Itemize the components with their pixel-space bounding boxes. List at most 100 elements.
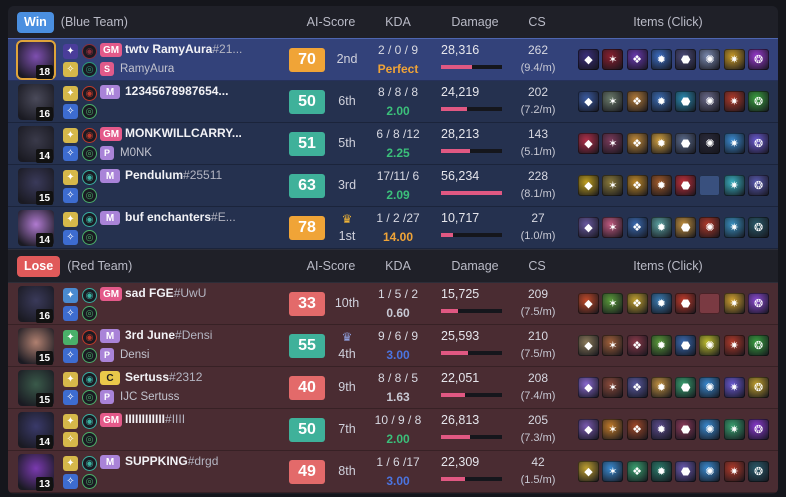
item-icon[interactable]: ❂ <box>748 49 770 70</box>
item-icon[interactable]: ◆ <box>578 133 599 154</box>
item-icon[interactable]: ✹ <box>650 133 672 154</box>
item-icon[interactable]: ✶ <box>602 133 624 154</box>
player-name[interactable]: Sertuss#2312 <box>125 370 202 384</box>
item-icon[interactable]: ✷ <box>723 377 745 398</box>
item-icon[interactable]: ❂ <box>748 377 770 398</box>
column-header-items[interactable]: Items (Click) <box>598 250 738 282</box>
item-icon[interactable]: ❂ <box>748 335 770 356</box>
item-icon[interactable]: ⬣ <box>675 377 697 398</box>
item-icon[interactable]: ◆ <box>578 91 599 112</box>
player-name[interactable]: twtv RamyAura#21... <box>125 42 242 56</box>
item-icon[interactable]: ✷ <box>723 133 745 154</box>
item-icon[interactable]: ✶ <box>602 175 624 196</box>
item-icon[interactable]: ⬣ <box>675 175 697 196</box>
item-icon[interactable]: ◆ <box>578 461 599 482</box>
item-icon[interactable]: ✺ <box>699 133 721 154</box>
item-icon[interactable]: ✶ <box>602 49 624 70</box>
player-name[interactable]: MONKWILLCARRY... <box>125 126 242 140</box>
player-name[interactable]: 3rd June#Densi <box>125 328 212 342</box>
item-icon[interactable]: ✹ <box>650 91 672 112</box>
player-row[interactable]: 18 ✦ ✧ ◉ ◎ GM twtv RamyAura#21... S RamyAura 70 2n… <box>8 38 778 82</box>
item-icon[interactable]: ⬣ <box>675 49 697 70</box>
item-icon[interactable]: ❖ <box>626 335 648 356</box>
item-icon[interactable]: ❂ <box>748 293 770 314</box>
item-icon[interactable]: ◆ <box>578 335 599 356</box>
player-row[interactable]: 15 ✦ ✧ ◉ ◎ M Pendulum#25511 63 3rd 17/11/ 6 2.09 56… <box>8 165 778 207</box>
player-row[interactable]: 16 ✦ ✧ ◉ ◎ M 12345678987654... 50 6th 8 / 8 / 8 2.… <box>8 81 778 123</box>
player-name[interactable]: buf enchanters#E... <box>125 210 236 224</box>
player-name[interactable]: sad FGE#UwU <box>125 286 206 300</box>
item-icon[interactable]: ✹ <box>650 419 672 440</box>
item-icon[interactable]: ✶ <box>602 461 624 482</box>
item-icon[interactable]: ✶ <box>602 91 624 112</box>
player-name[interactable]: 12345678987654... <box>125 84 228 98</box>
item-icon[interactable]: ❖ <box>626 49 648 70</box>
item-icon[interactable]: ⬣ <box>675 91 697 112</box>
item-icon[interactable]: ✶ <box>602 217 624 238</box>
item-icon[interactable]: ✶ <box>602 293 624 314</box>
empty-item-slot[interactable] <box>699 175 721 196</box>
player-row[interactable]: 15 ✦ ✧ ◉ ◎ M 3rd June#Densi P Densi 55 4th ♛ 9 / 6 /… <box>8 325 778 367</box>
item-icon[interactable]: ◆ <box>578 293 599 314</box>
item-icon[interactable]: ◆ <box>578 49 599 70</box>
item-icon[interactable]: ✶ <box>602 419 624 440</box>
item-icon[interactable]: ❂ <box>748 419 770 440</box>
item-icon[interactable]: ✷ <box>723 49 745 70</box>
item-icon[interactable]: ❂ <box>748 461 770 482</box>
item-icon[interactable]: ❂ <box>748 217 770 238</box>
item-icon[interactable]: ❖ <box>626 91 648 112</box>
item-icon[interactable]: ❂ <box>748 133 770 154</box>
item-icon[interactable]: ✹ <box>650 461 672 482</box>
item-icon[interactable]: ◆ <box>578 217 599 238</box>
item-icon[interactable]: ✺ <box>699 49 721 70</box>
player-row[interactable]: 14 ✦ ✧ ◉ ◎ Mbuf enchanters#E... 78 1st ♛ 1 / 2 /2… <box>8 207 778 249</box>
item-icon[interactable]: ✺ <box>699 217 721 238</box>
item-icon[interactable]: ⬣ <box>675 461 697 482</box>
item-icon[interactable]: ✹ <box>650 217 672 238</box>
item-icon[interactable]: ◆ <box>578 377 599 398</box>
item-icon[interactable]: ✹ <box>650 49 672 70</box>
player-name[interactable]: SUPPKING#drgd <box>125 454 218 468</box>
player-name[interactable]: IIIIIIIIIIII#IIII <box>125 412 185 426</box>
item-icon[interactable]: ❖ <box>626 293 648 314</box>
item-icon[interactable]: ✺ <box>699 377 721 398</box>
player-row[interactable]: 14 ✦ ✧ ◉ ◎ GM MONKWILLCARRY... P M0NK 51 5th 6 / 8 … <box>8 123 778 165</box>
player-row[interactable]: 16 ✦ ✧ ◉ ◎ GM sad FGE#UwU 33 10th 1 / 5 / 2 0.60 15… <box>8 283 778 325</box>
item-icon[interactable]: ⬣ <box>675 335 697 356</box>
item-icon[interactable]: ❖ <box>626 419 648 440</box>
item-icon[interactable]: ❖ <box>626 175 648 196</box>
item-icon[interactable]: ◆ <box>578 419 599 440</box>
item-icon[interactable]: ❖ <box>626 133 648 154</box>
item-icon[interactable]: ✶ <box>602 335 624 356</box>
item-icon[interactable]: ✷ <box>723 419 745 440</box>
item-icon[interactable]: ✷ <box>723 461 745 482</box>
item-icon[interactable]: ✺ <box>699 335 721 356</box>
item-icon[interactable]: ⬣ <box>675 217 697 238</box>
item-icon[interactable]: ✺ <box>699 91 721 112</box>
player-row[interactable]: 14 ✦ ✧ ◉ ◎ GM IIIIIIIIIIII#IIII 50 7th 10 / 9 / 8… <box>8 409 778 451</box>
player-row[interactable]: 13 ✦ ✧ ◉ ◎ M SUPPKING#drgd 49 8th 1 / 6 /17 3.00 22… <box>8 451 778 493</box>
item-icon[interactable]: ✹ <box>650 293 672 314</box>
item-icon[interactable]: ✷ <box>723 91 745 112</box>
column-header-items[interactable]: Items (Click) <box>598 6 738 38</box>
item-icon[interactable]: ✷ <box>723 217 745 238</box>
item-icon[interactable]: ❂ <box>748 175 770 196</box>
item-icon[interactable]: ❖ <box>626 461 648 482</box>
item-icon[interactable]: ✶ <box>602 377 624 398</box>
item-icon[interactable]: ✷ <box>723 175 745 196</box>
item-icon[interactable]: ⬣ <box>675 419 697 440</box>
item-icon[interactable]: ❂ <box>748 91 770 112</box>
item-icon[interactable]: ✷ <box>723 335 745 356</box>
empty-item-slot[interactable] <box>699 293 721 314</box>
item-icon[interactable]: ❖ <box>626 217 648 238</box>
item-icon[interactable]: ◆ <box>578 175 599 196</box>
item-icon[interactable]: ✺ <box>699 461 721 482</box>
item-icon[interactable]: ✹ <box>650 335 672 356</box>
item-icon[interactable]: ✷ <box>723 293 745 314</box>
item-icon[interactable]: ✹ <box>650 175 672 196</box>
item-icon[interactable]: ✹ <box>650 377 672 398</box>
item-icon[interactable]: ⬣ <box>675 293 697 314</box>
player-row[interactable]: 15 ✦ ✧ ◉ ◎ C Sertuss#2312 P IJC Sertuss 40 9th 8 / … <box>8 367 778 409</box>
item-icon[interactable]: ✺ <box>699 419 721 440</box>
player-name[interactable]: Pendulum#25511 <box>125 168 222 182</box>
